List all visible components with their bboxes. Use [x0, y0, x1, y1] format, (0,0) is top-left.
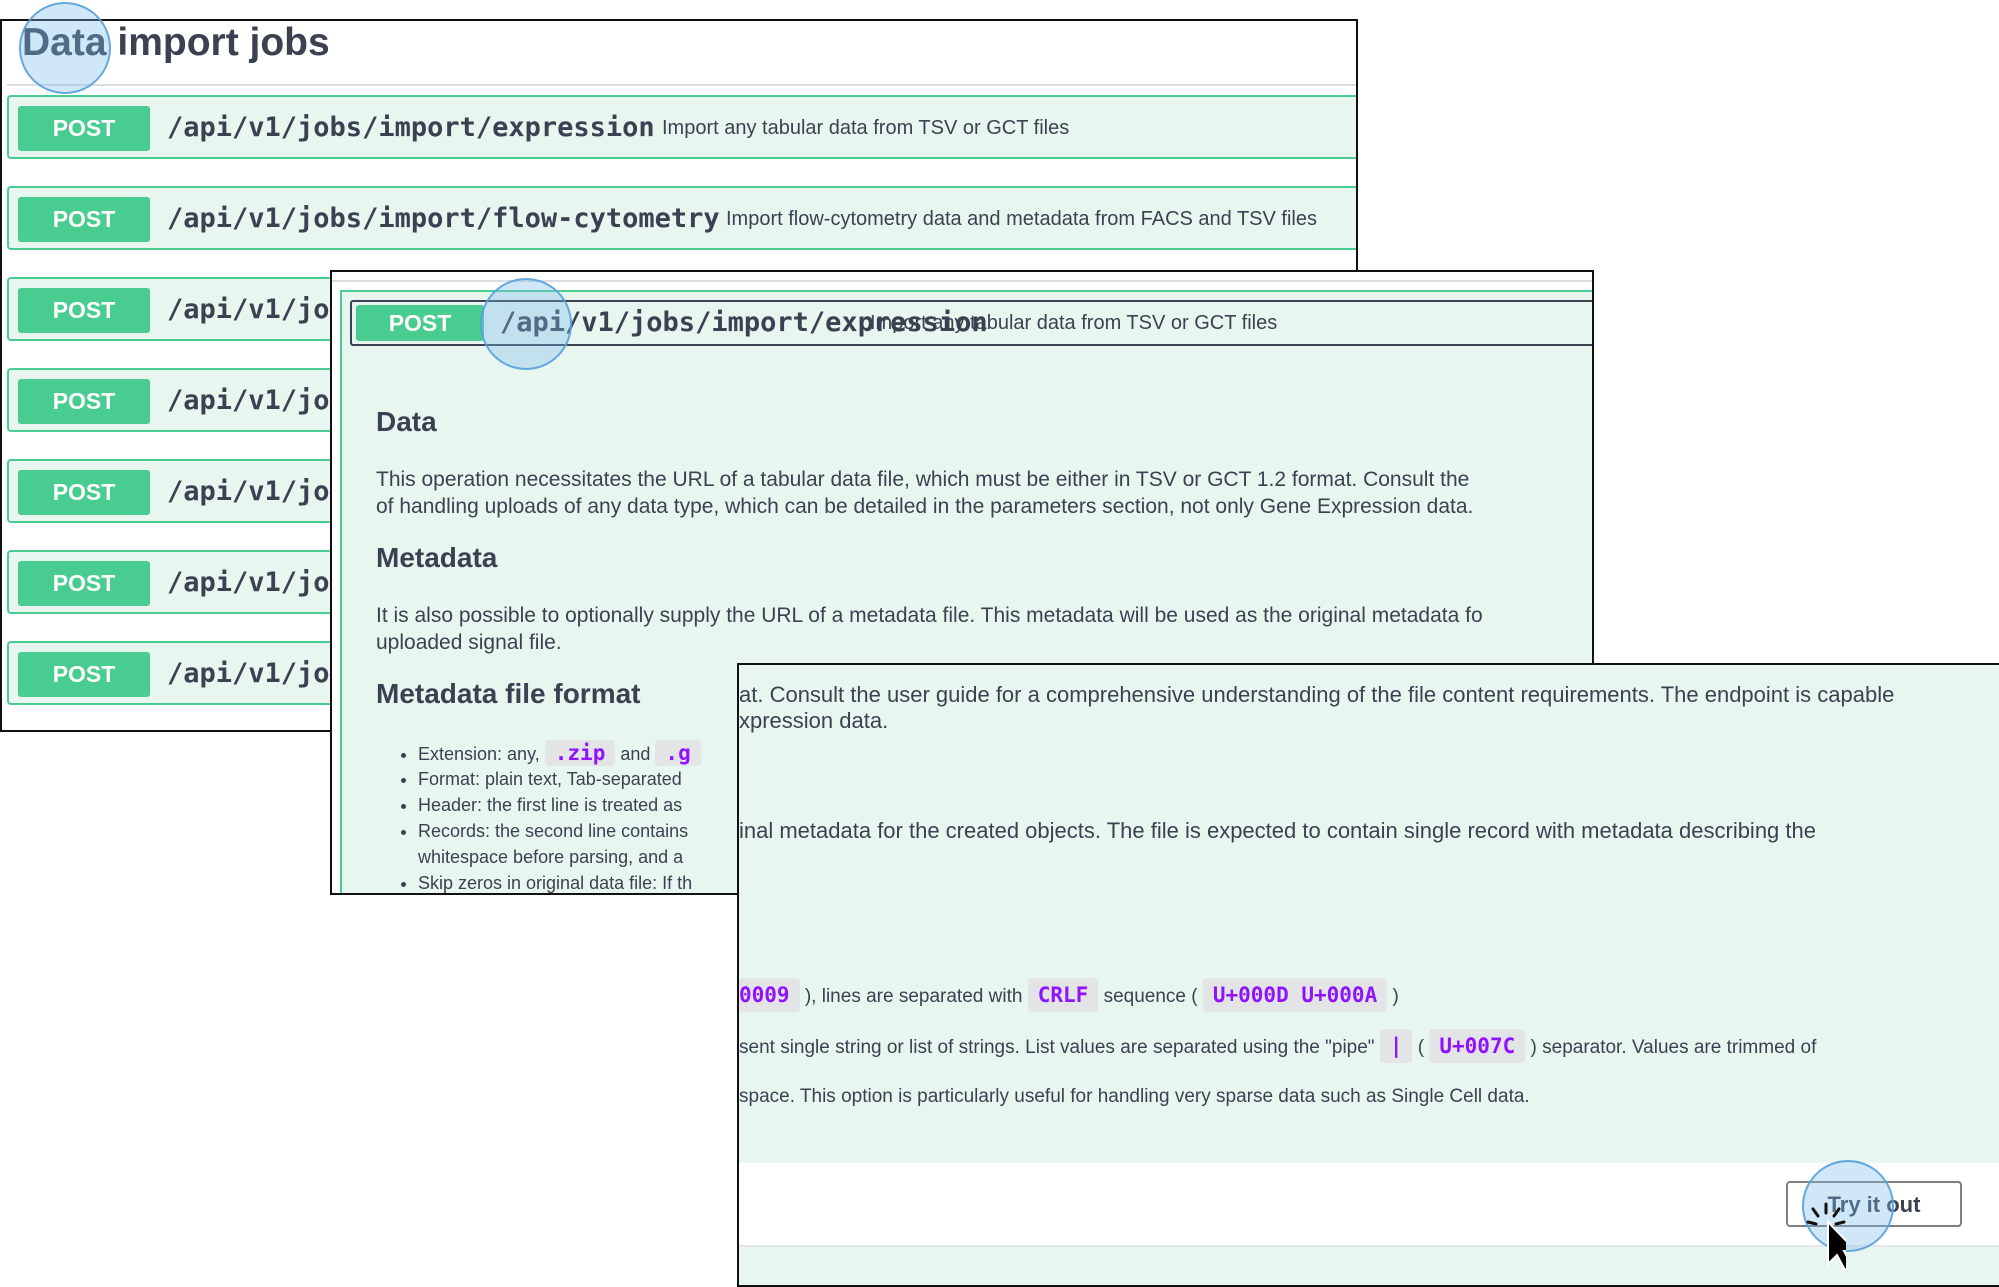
operation-description: Import any tabular data from TSV or GCT … — [870, 312, 1278, 334]
highlight-circle — [480, 278, 572, 370]
bullet-records-continued: whitespace before parsing, and a — [418, 847, 684, 867]
method-badge: POST — [18, 652, 150, 697]
bullet-header: Header: the first line is treated as — [418, 792, 701, 818]
method-badge: POST — [356, 305, 484, 341]
click-cursor-icon — [1806, 1202, 1846, 1272]
method-badge: POST — [18, 561, 150, 606]
operation-description: Import any tabular data from TSV or GCT … — [662, 117, 1070, 139]
detail-skip-line: space. This option is particularly usefu… — [739, 1086, 1530, 1107]
metadata-paragraph-line: It is also possible to optionally supply… — [376, 604, 1483, 627]
detail-text: sent single string or list of strings. L… — [739, 1037, 1375, 1058]
detail-text: ) separator. Values are trimmed of — [1530, 1037, 1817, 1058]
operation-path: /api/v1/job — [167, 294, 346, 325]
operation-path: /api/v1/job — [167, 476, 346, 507]
method-badge: POST — [18, 106, 150, 151]
operation-path: /api/v1/jobs/import/expression — [167, 112, 655, 143]
operation-path: /api/v1/job — [167, 658, 346, 689]
data-paragraph-line: This operation necessitates the URL of a… — [376, 468, 1470, 491]
method-badge: POST — [18, 470, 150, 515]
detail-separator-line: 0009 ), lines are separated with CRLF se… — [739, 978, 1399, 1014]
code-extension: .g — [655, 740, 701, 766]
code-pipe-unit: U+007C — [1429, 1029, 1526, 1063]
format-bullet-list: Extension: any, .zip and .g Format: plai… — [388, 740, 701, 893]
method-badge: POST — [18, 379, 150, 424]
method-badge: POST — [18, 197, 150, 242]
bullet-extension: Extension: any, .zip and .g — [418, 740, 701, 766]
detail-text: ) — [1392, 986, 1399, 1007]
detail-text: ( — [1417, 1037, 1425, 1058]
section-divider — [7, 84, 1356, 86]
bullet-skip-zeros: Skip zeros in original data file: If th — [418, 870, 701, 893]
code-zip: .zip — [544, 740, 616, 766]
highlight-circle — [19, 2, 111, 94]
detail-text-line: inal metadata for the created objects. T… — [739, 818, 1816, 843]
metadata-paragraph-line: uploaded signal file. — [376, 631, 562, 654]
detail-text: sequence ( — [1103, 986, 1198, 1007]
detail-text-line: xpression data. — [739, 708, 889, 733]
operation-path: /api/v1/job — [167, 567, 346, 598]
bullet-format: Format: plain text, Tab-separated — [418, 766, 701, 792]
code-crlf: CRLF — [1027, 978, 1099, 1012]
method-badge: POST — [18, 288, 150, 333]
code-tab-unit: 0009 — [739, 978, 800, 1012]
bullet-records: Records: the second line contains — [418, 818, 701, 844]
operation-path: /api/v1/job — [167, 385, 346, 416]
metadata-heading: Metadata — [376, 542, 498, 573]
code-pipe: | — [1379, 1029, 1413, 1063]
operation-description: Import flow-cytometry data and metadata … — [726, 208, 1317, 230]
code-crlf-units: U+000D U+000A — [1202, 978, 1388, 1012]
bullet-text: and — [620, 744, 651, 764]
operation-path: /api/v1/jobs/import/flow-cytometry — [167, 203, 720, 234]
metadata-format-heading: Metadata file format — [376, 678, 641, 709]
detail-text: ), lines are separated with — [804, 986, 1023, 1007]
bullet-text: Extension: any, — [418, 744, 540, 764]
data-paragraph-line: of handling uploads of any data type, wh… — [376, 495, 1474, 518]
operation-row-flow-cytometry[interactable]: POST /api/v1/jobs/import/flow-cytometry … — [7, 186, 1356, 250]
operation-row-expression[interactable]: POST /api/v1/jobs/import/expression Impo… — [7, 95, 1356, 159]
detail-text-line: at. Consult the user guide for a compreh… — [739, 682, 1895, 707]
detail-records-line: sent single string or list of strings. L… — [739, 1029, 1816, 1065]
data-heading: Data — [376, 406, 437, 437]
